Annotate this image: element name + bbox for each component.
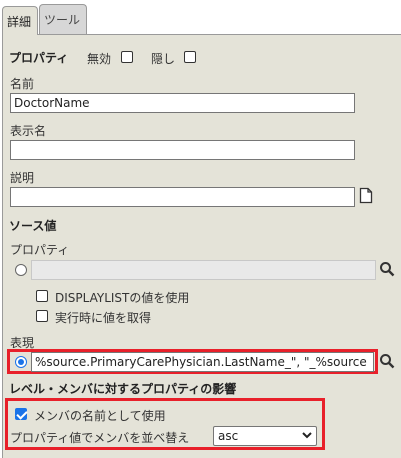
level-title: レベル・メンバに対するプロパティの影響 [9,382,237,396]
search-icon[interactable] [379,261,395,280]
expression-field[interactable]: %source.PrimaryCarePhysician.LastName_",… [31,352,374,372]
use-as-name-label: メンバの名前として使用 [34,409,166,423]
sort-select-value: asc [218,429,239,443]
document-icon[interactable] [359,187,373,207]
display-name-label: 表示名 [10,124,47,138]
source-property-field[interactable] [31,260,376,280]
disabled-checkbox[interactable] [121,51,133,63]
description-field[interactable] [10,187,355,207]
name-field[interactable]: DoctorName [10,93,355,113]
source-title: ソース値 [9,219,57,233]
displaylist-label: DISPLAYLISTの値を使用 [55,291,190,305]
tab-details[interactable]: 詳細 [2,6,38,35]
runtime-checkbox[interactable] [36,310,48,322]
expression-radio[interactable] [15,356,27,368]
name-label: 名前 [10,77,35,91]
sort-select[interactable]: asc [213,426,317,446]
sort-label: プロパティ値でメンバを並べ替え [10,431,190,445]
runtime-label: 実行時に値を取得 [55,311,152,325]
description-label: 説明 [10,171,35,185]
source-property-radio[interactable] [15,264,27,276]
tab-bar: ツール 詳細 [0,0,401,35]
use-as-name-checkbox[interactable] [15,408,27,420]
disabled-label: 無効 [87,52,112,66]
chevron-down-icon [302,429,312,444]
source-property-label: プロパティ [10,243,70,257]
display-name-field[interactable] [10,140,355,160]
tab-tools[interactable]: ツール [39,4,87,34]
displaylist-checkbox[interactable] [36,290,48,302]
hidden-label: 隠し [151,52,176,66]
details-panel: プロパティ 無効 隠し 名前 DoctorName 表示名 説明 ソース値 プロ… [2,34,401,458]
expression-search-icon[interactable] [379,353,395,372]
hidden-checkbox[interactable] [184,51,196,63]
property-title: プロパティ [9,51,69,65]
